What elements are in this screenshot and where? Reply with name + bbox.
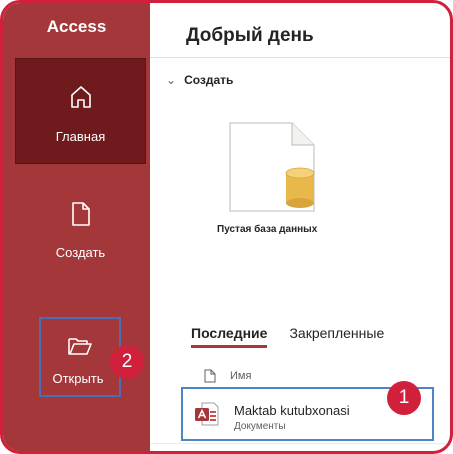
sidebar-item-home[interactable]: Главная	[15, 58, 146, 164]
file-tabs: Последние Закрепленные	[191, 325, 406, 348]
app-title: Access	[46, 17, 107, 36]
blank-database-template[interactable]	[228, 121, 316, 213]
file-name: Maktab kutubxonasi	[234, 403, 350, 418]
folder-open-icon	[41, 335, 119, 363]
sidebar-item-label: Открыть	[52, 371, 104, 386]
file-type-icon	[204, 369, 216, 383]
header-divider	[150, 57, 450, 58]
template-label: Пустая база данных	[217, 224, 318, 235]
sidebar-item-label: Создать	[55, 245, 106, 260]
app-window: Access Главная Создать Открыть 2 Добрый …	[0, 0, 453, 454]
list-header: Имя	[204, 369, 251, 383]
sidebar-item-label: Главная	[55, 129, 106, 144]
chevron-down-icon: ⌄	[166, 73, 177, 87]
name-column-header[interactable]: Имя	[230, 370, 251, 382]
section-title: Создать	[184, 73, 234, 87]
file-location: Документы	[234, 421, 286, 432]
page-title: Добрый день	[186, 25, 314, 46]
new-file-icon	[15, 201, 146, 229]
callout-badge-file: 1	[387, 381, 421, 415]
sidebar: Access Главная Создать Открыть	[3, 3, 150, 451]
blank-database-icon	[229, 122, 315, 212]
sidebar-item-new[interactable]: Создать	[15, 175, 146, 281]
home-icon	[16, 85, 145, 113]
tab-pinned[interactable]: Закрепленные	[289, 325, 384, 345]
access-file-icon	[195, 402, 219, 426]
create-section-toggle[interactable]: ⌄ Создать	[166, 73, 233, 87]
sidebar-item-open[interactable]: Открыть	[39, 317, 121, 397]
callout-badge-open: 2	[110, 345, 144, 379]
tab-recent[interactable]: Последние	[191, 325, 268, 348]
list-divider	[150, 443, 450, 444]
